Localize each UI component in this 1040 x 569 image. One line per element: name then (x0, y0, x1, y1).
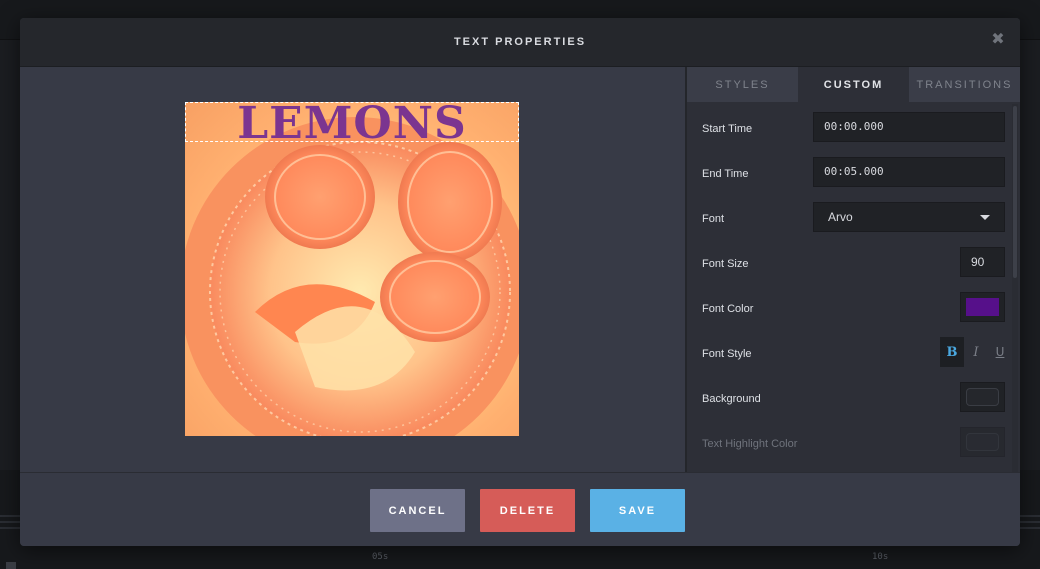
font-style-label: Font Style (702, 348, 752, 360)
tab-transitions[interactable]: TRANSITIONS (909, 67, 1020, 102)
text-highlight-row: Text Highlight Color (687, 427, 1007, 461)
underline-button[interactable]: U (988, 337, 1012, 367)
end-time-row: End Time 00:05.000 (687, 157, 1007, 191)
font-size-row: Font Size 90 (687, 247, 1007, 281)
background-row: Background (687, 382, 1007, 416)
timeline-marker (6, 562, 16, 569)
close-icon[interactable]: ✖ (990, 32, 1006, 48)
font-style-buttons: B I U (940, 337, 1012, 367)
bold-button[interactable]: B (940, 337, 964, 367)
font-size-input[interactable]: 90 (960, 247, 1005, 277)
text-highlight-color-picker[interactable] (960, 427, 1005, 457)
text-highlight-label: Text Highlight Color (702, 438, 798, 450)
properties-panel: STYLES CUSTOM TRANSITIONS Start Time 00:… (685, 67, 1020, 472)
save-button[interactable]: SAVE (590, 489, 685, 532)
font-row: Font Arvo (687, 202, 1007, 236)
modal-footer: CANCEL DELETE SAVE (20, 472, 1020, 546)
font-size-label: Font Size (702, 258, 749, 270)
delete-button[interactable]: DELETE (480, 489, 575, 532)
end-time-input[interactable]: 00:05.000 (813, 157, 1005, 187)
ruler-label: 05s (372, 552, 389, 562)
ruler-label: 10s (872, 552, 889, 562)
panel-scrollbar[interactable] (1012, 104, 1018, 472)
start-time-row: Start Time 00:00.000 (687, 112, 1007, 146)
font-color-row: Font Color (687, 292, 1007, 326)
modal-title: TEXT PROPERTIES (453, 36, 587, 48)
custom-form: Start Time 00:00.000 End Time 00:05.000 … (687, 102, 1007, 472)
font-select[interactable]: Arvo (813, 202, 1005, 232)
tab-styles[interactable]: STYLES (687, 67, 798, 102)
lemon-bowl-illustration (185, 117, 519, 436)
font-color-label: Font Color (702, 303, 754, 315)
italic-button[interactable]: I (964, 337, 988, 367)
font-color-picker[interactable] (960, 292, 1005, 322)
text-selection-box[interactable]: LEMONS (185, 102, 519, 149)
end-time-label: End Time (702, 168, 749, 180)
preview-image: LEMONS (185, 102, 519, 436)
tab-bar: STYLES CUSTOM TRANSITIONS (687, 67, 1020, 102)
text-highlight-swatch (966, 433, 999, 451)
font-label: Font (702, 213, 725, 225)
start-time-input[interactable]: 00:00.000 (813, 112, 1005, 142)
cancel-button[interactable]: CANCEL (370, 489, 465, 532)
background-label: Background (702, 393, 761, 405)
preview-area: LEMONS (20, 67, 685, 472)
font-style-row: Font Style B I U (687, 337, 1007, 371)
start-time-label: Start Time (702, 123, 753, 135)
background-color-picker[interactable] (960, 382, 1005, 412)
overlay-text: LEMONS (237, 102, 467, 149)
text-properties-modal: TEXT PROPERTIES ✖ LEMONS STYLES CUSTOM T… (20, 18, 1020, 546)
chevron-down-icon (980, 215, 990, 220)
background-swatch (966, 388, 999, 406)
font-color-swatch (966, 298, 999, 316)
font-select-value: Arvo (828, 210, 853, 224)
scrollbar-thumb[interactable] (1013, 106, 1017, 278)
modal-header: TEXT PROPERTIES ✖ (20, 18, 1020, 67)
tab-custom[interactable]: CUSTOM (798, 67, 909, 102)
